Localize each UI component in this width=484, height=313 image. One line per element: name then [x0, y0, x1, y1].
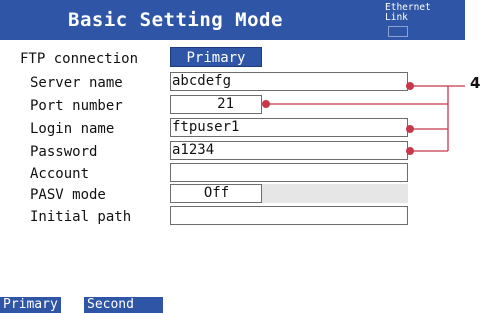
screen-title: Basic Setting Mode — [68, 9, 283, 31]
password-label: Password — [30, 144, 98, 160]
password-field[interactable]: a1234 — [170, 141, 408, 160]
port-number-label: Port number — [30, 98, 123, 114]
pasv-mode-field-extension — [262, 184, 408, 203]
login-name-label: Login name — [30, 121, 115, 137]
settings-screen: Basic Setting Mode Ethernet Link FTP con… — [0, 0, 465, 313]
account-label: Account — [30, 166, 90, 182]
softkey-end-marker — [160, 297, 163, 313]
softkey-primary[interactable]: Primary — [0, 297, 61, 313]
status-link: Link — [385, 12, 408, 23]
ftp-connection-selector[interactable]: Primary — [170, 47, 262, 67]
callout-number: 4 — [470, 74, 481, 92]
title-bar: Basic Setting Mode Ethernet Link — [0, 0, 465, 40]
pasv-mode-label: PASV mode — [30, 187, 106, 203]
ftp-connection-label: FTP connection — [20, 51, 139, 67]
ethernet-link-status: Ethernet Link — [385, 3, 463, 23]
link-indicator-icon — [388, 26, 408, 37]
initial-path-label: Initial path — [30, 209, 132, 225]
port-number-field[interactable]: 21 — [170, 95, 262, 114]
server-name-field[interactable]: abcdefg — [170, 72, 408, 91]
server-name-label: Server name — [30, 75, 123, 91]
softkey-second[interactable]: Second — [84, 297, 160, 313]
login-name-field[interactable]: ftpuser1 — [170, 118, 408, 137]
initial-path-field[interactable] — [170, 206, 408, 225]
pasv-mode-field[interactable]: Off — [170, 184, 262, 203]
account-field[interactable] — [170, 163, 408, 182]
